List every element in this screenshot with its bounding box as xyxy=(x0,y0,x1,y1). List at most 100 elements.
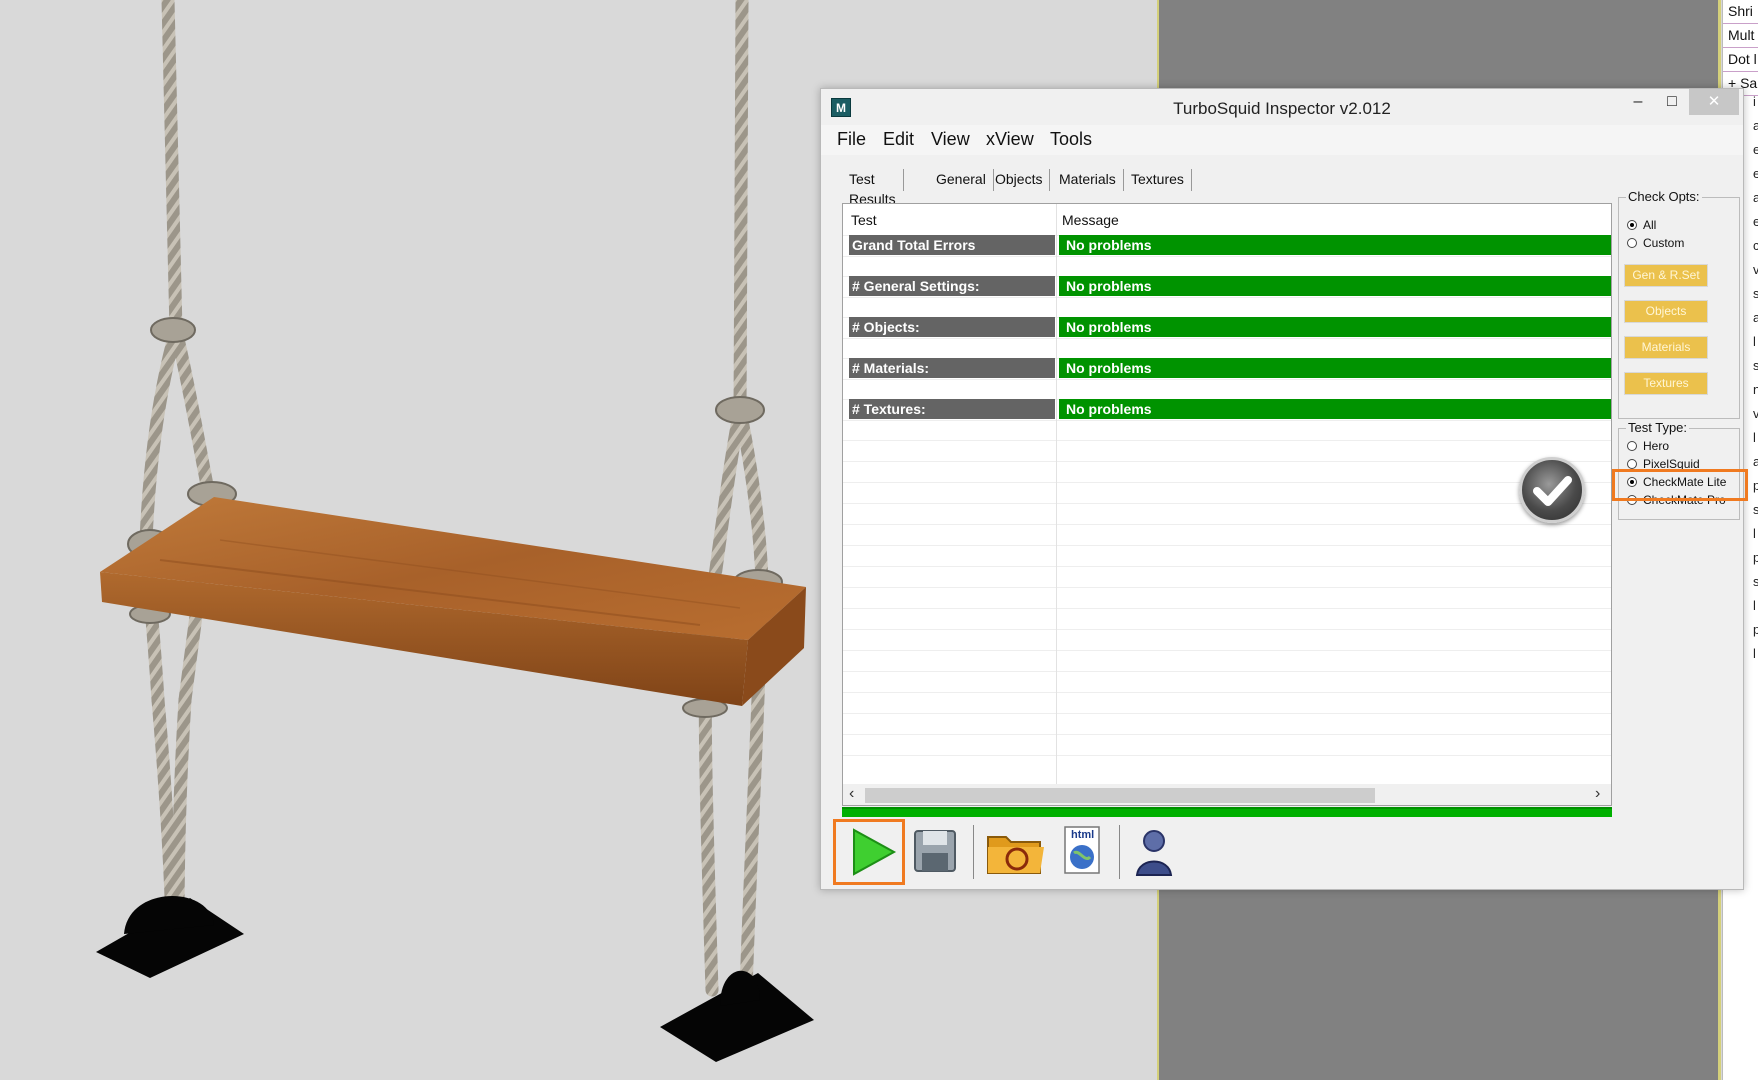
scroll-left-icon[interactable]: ‹ xyxy=(849,785,854,803)
list-item[interactable]: Mult xyxy=(1723,24,1758,48)
table-row[interactable]: # Textures: No problems xyxy=(849,399,1611,419)
html-label: html xyxy=(1071,829,1095,841)
row-test-name: Grand Total Errors xyxy=(849,235,1055,255)
radio-selected-icon xyxy=(1627,220,1637,230)
tab-textures[interactable]: Textures xyxy=(1131,169,1192,191)
radio-empty-icon xyxy=(1627,459,1637,469)
menu-edit[interactable]: Edit xyxy=(883,129,914,150)
row-message: No problems xyxy=(1059,235,1611,255)
row-test-name: # General Settings: xyxy=(849,276,1055,296)
menu-bar: File Edit View xView Tools xyxy=(821,125,1743,155)
truncated-text: e xyxy=(1753,162,1758,186)
toolbar-separator xyxy=(1119,825,1120,879)
check-badge-icon xyxy=(1519,457,1585,523)
play-icon xyxy=(853,828,897,876)
scroll-right-icon[interactable]: › xyxy=(1595,785,1600,803)
truncated-text: l xyxy=(1753,526,1756,541)
inspector-window: M TurboSquid Inspector v2.012 – □ ✕ File… xyxy=(820,88,1748,890)
radio-all[interactable]: All xyxy=(1627,218,1656,232)
gen-rset-button[interactable]: Gen & R.Set xyxy=(1624,264,1708,287)
open-folder-icon xyxy=(987,836,1044,874)
radio-hero[interactable]: Hero xyxy=(1627,439,1669,453)
row-test-name: # Objects: xyxy=(849,317,1055,337)
radio-custom[interactable]: Custom xyxy=(1627,236,1684,250)
truncated-text: p xyxy=(1753,474,1758,498)
objects-button[interactable]: Objects xyxy=(1624,300,1708,323)
list-item[interactable]: Shri xyxy=(1723,0,1758,24)
horizontal-scrollbar[interactable]: ‹ › xyxy=(843,784,1611,805)
truncated-text: s xyxy=(1753,570,1758,594)
menu-xview[interactable]: xView xyxy=(986,129,1034,150)
menu-file[interactable]: File xyxy=(837,129,866,150)
table-row[interactable]: # Materials: No problems xyxy=(849,358,1611,378)
check-opts-group: Check Opts: All Custom Gen & R.Set Objec… xyxy=(1618,189,1740,419)
truncated-text: l xyxy=(1753,646,1756,661)
truncated-text: l xyxy=(1753,334,1756,349)
materials-button[interactable]: Materials xyxy=(1624,336,1708,359)
truncated-text: l xyxy=(1753,598,1756,613)
truncated-text: a xyxy=(1753,306,1758,330)
title-bar[interactable]: M TurboSquid Inspector v2.012 – □ ✕ xyxy=(821,89,1743,125)
save-button[interactable] xyxy=(909,823,967,881)
tab-materials[interactable]: Materials xyxy=(1059,169,1124,191)
window-title: TurboSquid Inspector v2.012 xyxy=(1173,99,1391,118)
swing-seat xyxy=(100,497,806,706)
truncated-text: p xyxy=(1753,618,1758,642)
textures-button[interactable]: Textures xyxy=(1624,372,1708,395)
highlight-box xyxy=(1612,469,1748,501)
close-button[interactable]: ✕ xyxy=(1689,89,1739,115)
truncated-text: s xyxy=(1753,354,1758,378)
run-check-button[interactable] xyxy=(833,819,905,885)
truncated-text: v xyxy=(1753,258,1758,282)
row-message: No problems xyxy=(1059,317,1611,337)
row-message: No problems xyxy=(1059,399,1611,419)
scrollbar-thumb[interactable] xyxy=(865,788,1375,803)
truncated-text: s xyxy=(1753,498,1758,522)
column-header-test[interactable]: Test xyxy=(851,212,877,228)
radio-label: Hero xyxy=(1643,439,1670,453)
truncated-text: n xyxy=(1753,378,1758,402)
radio-empty-icon xyxy=(1627,441,1637,451)
truncated-text: i xyxy=(1753,94,1756,109)
radio-empty-icon xyxy=(1627,238,1637,248)
tab-test-results[interactable]: Test Results xyxy=(849,169,904,207)
check-opts-label: Check Opts: xyxy=(1626,189,1702,204)
test-type-label: Test Type: xyxy=(1626,420,1690,435)
truncated-text: l xyxy=(1753,430,1756,445)
truncated-text: a xyxy=(1753,186,1758,210)
results-table[interactable]: Test Message Grand Total Errors No probl… xyxy=(842,203,1612,806)
truncated-text: a xyxy=(1753,114,1758,138)
progress-bar xyxy=(842,807,1612,817)
menu-tools[interactable]: Tools xyxy=(1050,129,1092,150)
tab-objects[interactable]: Objects xyxy=(995,169,1051,191)
menu-view[interactable]: View xyxy=(931,129,970,150)
truncated-text: e xyxy=(1753,210,1758,234)
row-test-name: # Textures: xyxy=(849,399,1055,419)
truncated-text: v xyxy=(1753,402,1758,426)
table-row[interactable]: # General Settings: No problems xyxy=(849,276,1611,296)
toolbar: html xyxy=(829,819,1173,885)
user-button[interactable] xyxy=(1129,823,1187,881)
row-test-name: # Materials: xyxy=(849,358,1055,378)
column-header-message[interactable]: Message xyxy=(1062,212,1119,228)
table-row[interactable]: # Objects: No problems xyxy=(849,317,1611,337)
table-row[interactable]: Grand Total Errors No problems xyxy=(849,235,1611,255)
truncated-text: e xyxy=(1753,138,1758,162)
html-export-button[interactable]: html xyxy=(1057,823,1115,881)
truncated-text: s xyxy=(1753,282,1758,306)
maximize-button[interactable]: □ xyxy=(1655,89,1689,115)
list-item[interactable]: Dot l xyxy=(1723,48,1758,72)
open-folder-button[interactable] xyxy=(984,823,1044,881)
minimize-button[interactable]: – xyxy=(1621,89,1655,115)
toolbar-separator xyxy=(973,825,974,879)
tab-general[interactable]: General xyxy=(936,169,994,191)
rope-right xyxy=(698,0,769,997)
truncated-text: p xyxy=(1753,546,1758,570)
save-icon xyxy=(914,830,956,872)
radio-label: Custom xyxy=(1643,236,1685,250)
row-message: No problems xyxy=(1059,276,1611,296)
rope-left xyxy=(139,0,215,932)
truncated-text: c xyxy=(1753,234,1758,258)
row-message: No problems xyxy=(1059,358,1611,378)
user-icon xyxy=(1135,830,1173,876)
